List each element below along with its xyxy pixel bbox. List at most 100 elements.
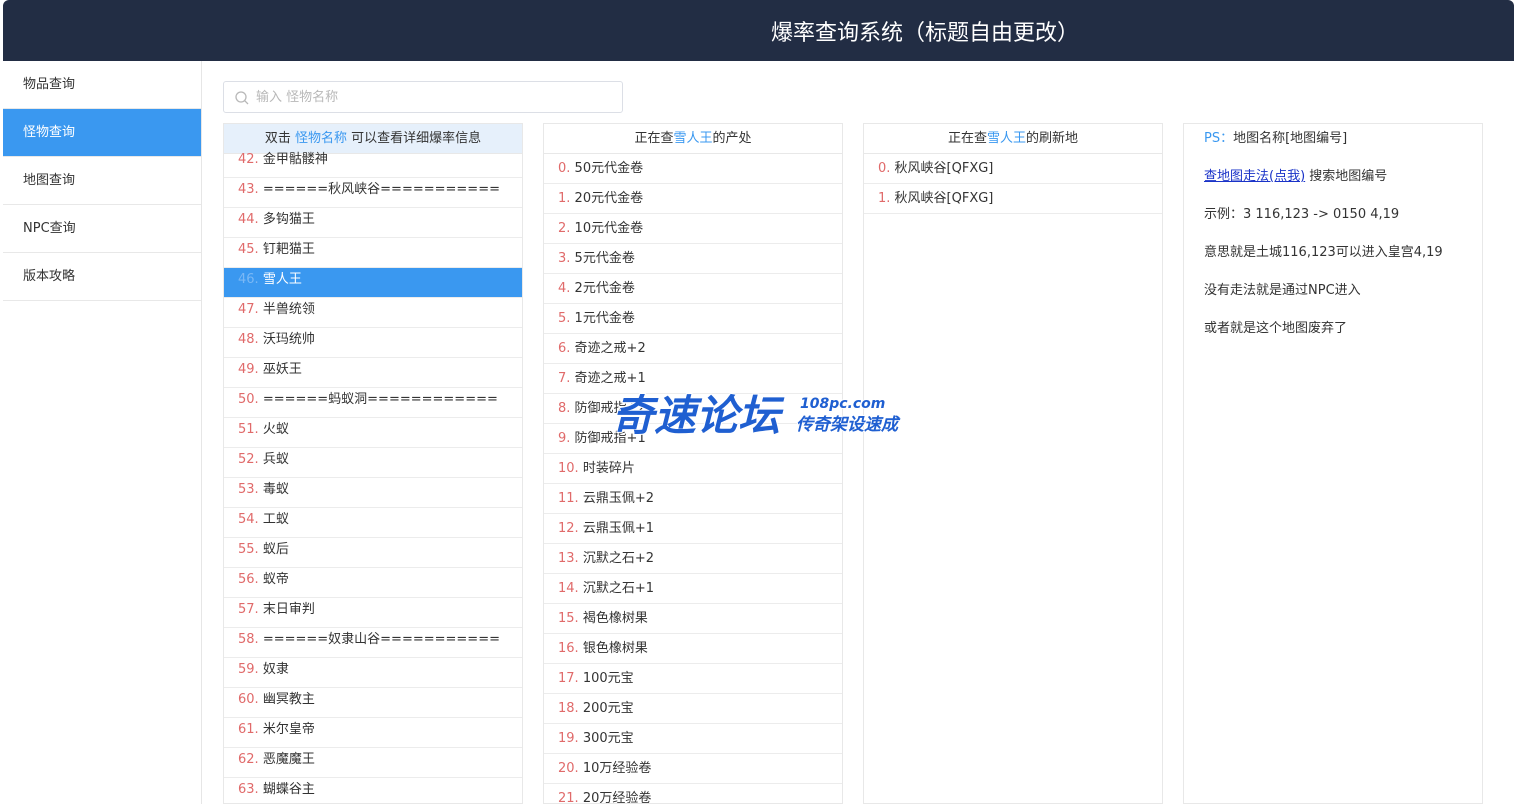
drop-row-name: 5元代金卷 — [574, 251, 635, 266]
monster-row[interactable]: 56. 蚁帝 — [224, 568, 522, 598]
ps-label: PS： — [1204, 131, 1234, 146]
monster-panel-header-highlight: 怪物名称 — [294, 131, 347, 146]
drop-row-name: 云鼎玉佩+2 — [582, 491, 654, 506]
monster-row-name: 蝴蝶谷主 — [262, 782, 315, 797]
search-input[interactable] — [256, 86, 616, 108]
sidebar-item-monster-query[interactable]: 怪物查询 — [3, 109, 201, 157]
drop-row[interactable]: 14. 沉默之石+1 — [544, 574, 842, 604]
drop-row-index-dot: . — [566, 311, 575, 326]
monster-row[interactable]: 47. 半兽统领 — [224, 298, 522, 328]
drop-row[interactable]: 6. 奇迹之戒+2 — [544, 334, 842, 364]
drop-row-index-dot: . — [566, 251, 575, 266]
map-route-link[interactable]: 查地图走法(点我) — [1204, 169, 1305, 184]
drop-row-name: 10元代金卷 — [574, 221, 644, 236]
monster-row[interactable]: 53. 毒蚁 — [224, 478, 522, 508]
drop-row[interactable]: 7. 奇迹之戒+1 — [544, 364, 842, 394]
monster-row-index: 61 — [238, 722, 255, 737]
refresh-row-name: 秋风峡谷[QFXG] — [894, 191, 994, 206]
search-icon — [235, 91, 249, 105]
drop-row[interactable]: 18. 200元宝 — [544, 694, 842, 724]
drop-row[interactable]: 11. 云鼎玉佩+2 — [544, 484, 842, 514]
drop-row[interactable]: 5. 1元代金卷 — [544, 304, 842, 334]
monster-row[interactable]: 61. 米尔皇帝 — [224, 718, 522, 748]
drop-row-name: 100元宝 — [582, 671, 634, 686]
monster-row-index: 45 — [238, 242, 255, 257]
drop-row[interactable]: 12. 云鼎玉佩+1 — [544, 514, 842, 544]
monster-row[interactable]: 49. 巫妖王 — [224, 358, 522, 388]
drop-row-index-dot: . — [574, 641, 583, 656]
monster-row-name: 蚁后 — [262, 542, 289, 557]
monster-row-index: 51 — [238, 422, 255, 437]
refresh-row-index-dot: . — [886, 191, 895, 206]
monster-row-index-dot: . — [254, 152, 263, 167]
monster-row[interactable]: 58. ======奴隶山谷=========== — [224, 628, 522, 658]
monster-row[interactable]: 59. 奴隶 — [224, 658, 522, 688]
monster-row-name: 恶魔魔王 — [262, 752, 315, 767]
monster-row-name: ======蚂蚁洞============ — [262, 392, 498, 407]
drop-panel-header: 正在查雪人王的产处 — [544, 124, 842, 154]
monster-row[interactable]: 45. 钉耙猫王 — [224, 238, 522, 268]
monster-panel-header-suffix: 可以查看详细爆率信息 — [351, 131, 482, 146]
sidebar-item-guide[interactable]: 版本攻略 — [3, 253, 201, 301]
monster-row[interactable]: 52. 兵蚁 — [224, 448, 522, 478]
monster-row-index-dot: . — [254, 482, 263, 497]
monster-row-index: 59 — [238, 662, 255, 677]
refresh-row[interactable]: 0. 秋风峡谷[QFXG] — [864, 154, 1162, 184]
drop-row[interactable]: 10. 时装碎片 — [544, 454, 842, 484]
drop-row-name: 20万经验卷 — [582, 791, 652, 804]
monster-row-index: 47 — [238, 302, 255, 317]
monster-row-name: 毒蚁 — [262, 482, 289, 497]
monster-row[interactable]: 51. 火蚁 — [224, 418, 522, 448]
monster-row[interactable]: 55. 蚁后 — [224, 538, 522, 568]
monster-row-index: 42 — [238, 152, 255, 167]
drop-row[interactable]: 9. 防御戒指+1 — [544, 424, 842, 454]
monster-row-index: 57 — [238, 602, 255, 617]
monster-row-index-dot: . — [254, 662, 263, 677]
map-route-line: 查地图走法(点我) 搜索地图编号 — [1204, 162, 1462, 200]
drop-row-name: 奇迹之戒+1 — [574, 371, 646, 386]
monster-row-name: 钉耙猫王 — [262, 242, 315, 257]
monster-row-index: 63 — [238, 782, 255, 797]
drop-row-index-dot: . — [566, 191, 575, 206]
sidebar-item-map-query[interactable]: 地图查询 — [3, 157, 201, 205]
monster-row[interactable]: 57. 末日审判 — [224, 598, 522, 628]
drop-row[interactable]: 13. 沉默之石+2 — [544, 544, 842, 574]
monster-row-index: 60 — [238, 692, 255, 707]
refresh-row[interactable]: 1. 秋风峡谷[QFXG] — [864, 184, 1162, 214]
drop-row[interactable]: 1. 20元代金卷 — [544, 184, 842, 214]
monster-row[interactable]: 43. ======秋风峡谷=========== — [224, 178, 522, 208]
monster-row[interactable]: 48. 沃玛统帅 — [224, 328, 522, 358]
sidebar-item-npc-query[interactable]: NPC查询 — [3, 205, 201, 253]
drop-panel-header-suffix: 的产处 — [712, 131, 752, 146]
drop-row[interactable]: 15. 褐色橡树果 — [544, 604, 842, 634]
drop-row-name: 云鼎玉佩+1 — [582, 521, 654, 536]
drop-row[interactable]: 0. 50元代金卷 — [544, 154, 842, 184]
monster-row[interactable]: 46. 雪人王 — [224, 268, 522, 298]
monster-row-index-dot: . — [254, 362, 263, 377]
monster-row[interactable]: 63. 蝴蝶谷主 — [224, 778, 522, 803]
drop-row[interactable]: 4. 2元代金卷 — [544, 274, 842, 304]
drop-row-name: 奇迹之戒+2 — [574, 341, 646, 356]
drop-row-name: 银色橡树果 — [582, 641, 648, 656]
monster-row[interactable]: 50. ======蚂蚁洞============ — [224, 388, 522, 418]
monster-row[interactable]: 44. 多钩猫王 — [224, 208, 522, 238]
drop-row[interactable]: 20. 10万经验卷 — [544, 754, 842, 784]
drop-row[interactable]: 3. 5元代金卷 — [544, 244, 842, 274]
monster-row[interactable]: 60. 幽冥教主 — [224, 688, 522, 718]
monster-row-index: 44 — [238, 212, 255, 227]
monster-list-panel: 双击 怪物名称 可以查看详细爆率信息 42. 金甲骷髅神 43. ======秋风… — [223, 123, 523, 804]
monster-row[interactable]: 62. 恶魔魔王 — [224, 748, 522, 778]
drop-row[interactable]: 17. 100元宝 — [544, 664, 842, 694]
info-line: 示例：3 116,123 -> 0150 4,19 — [1204, 207, 1400, 222]
drop-row[interactable]: 8. 防御戒指+2 — [544, 394, 842, 424]
monster-row[interactable]: 54. 工蚁 — [224, 508, 522, 538]
drop-row[interactable]: 21. 20万经验卷 — [544, 784, 842, 804]
drop-row[interactable]: 19. 300元宝 — [544, 724, 842, 754]
monster-row-index: 50 — [238, 392, 255, 407]
drop-row-name: 1元代金卷 — [574, 311, 635, 326]
drop-row[interactable]: 16. 银色橡树果 — [544, 634, 842, 664]
drop-row-index-dot: . — [574, 491, 583, 506]
sidebar-item-item-query[interactable]: 物品查询 — [3, 61, 201, 109]
drop-row[interactable]: 2. 10元代金卷 — [544, 214, 842, 244]
monster-row-index-dot: . — [254, 272, 263, 287]
